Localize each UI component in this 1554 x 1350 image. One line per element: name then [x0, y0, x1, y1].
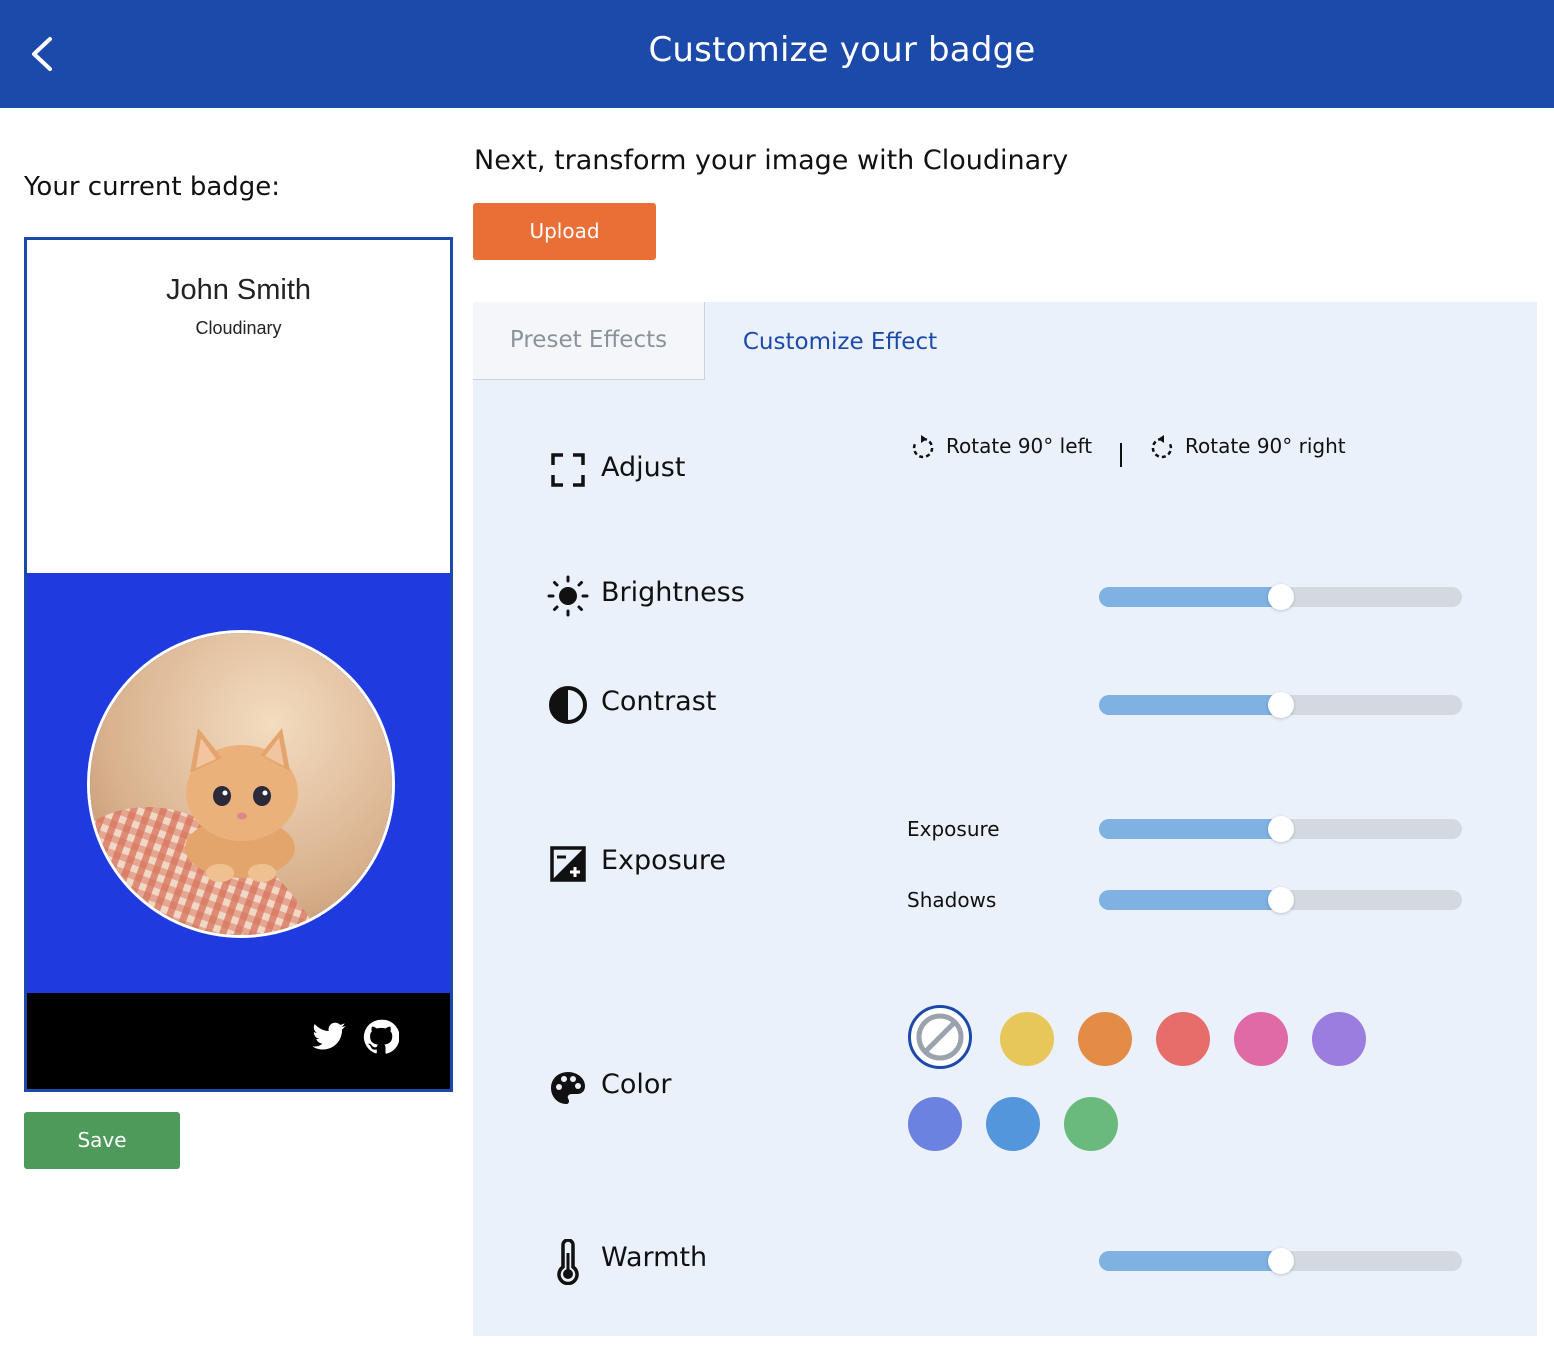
- color-swatch-purple[interactable]: [1312, 1012, 1366, 1066]
- no-color-icon: [916, 1013, 964, 1061]
- tab-preset-effects[interactable]: Preset Effects: [473, 302, 705, 380]
- slider-knob[interactable]: [1267, 887, 1294, 913]
- color-swatch-green[interactable]: [1064, 1097, 1118, 1151]
- slider-knob[interactable]: [1267, 1248, 1294, 1274]
- warmth-slider[interactable]: [1099, 1248, 1462, 1274]
- slider-knob[interactable]: [1267, 692, 1294, 718]
- color-swatch-yellow[interactable]: [1000, 1012, 1054, 1066]
- rotate-right-button[interactable]: Rotate 90° right: [1149, 434, 1346, 461]
- color-swatch-pink[interactable]: [1234, 1012, 1288, 1066]
- slider-knob[interactable]: [1267, 584, 1294, 610]
- badge-name: John Smith: [165, 274, 312, 306]
- save-button[interactable]: Save: [24, 1112, 180, 1169]
- github-icon[interactable]: [363, 1019, 399, 1055]
- sun-icon: [547, 575, 589, 617]
- crop-frame-icon: [551, 453, 585, 487]
- upload-button[interactable]: Upload: [473, 203, 656, 260]
- rotate-left-button[interactable]: Rotate 90° left: [910, 434, 1092, 461]
- effects-panel: Preset Effects Customize Effect Adjust R…: [473, 302, 1537, 1336]
- palette-icon: [551, 1072, 585, 1104]
- tab-customize-effect[interactable]: Customize Effect: [705, 304, 975, 381]
- badge-footer: [27, 993, 450, 1089]
- slider-knob[interactable]: [1267, 816, 1294, 842]
- contrast-icon: [549, 686, 587, 724]
- exposure-sub-label: Exposure: [907, 817, 1000, 841]
- warmth-label: Warmth: [601, 1242, 708, 1273]
- color-swatch-indigo[interactable]: [908, 1097, 962, 1151]
- color-label: Color: [601, 1069, 672, 1100]
- rotate-left-label: Rotate 90° left: [946, 434, 1093, 458]
- slider-fill: [1099, 587, 1281, 607]
- shadows-slider[interactable]: [1099, 887, 1462, 913]
- contrast-label: Contrast: [601, 686, 717, 717]
- slider-fill: [1099, 1251, 1281, 1271]
- kitten-photo: [87, 630, 395, 938]
- contrast-slider[interactable]: [1099, 692, 1462, 718]
- exposure-icon: [550, 846, 586, 882]
- rotate-right-label: Rotate 90° right: [1185, 434, 1346, 458]
- transform-intro: Next, transform your image with Cloudina…: [474, 145, 1069, 176]
- rotate-right-icon: [1151, 434, 1173, 458]
- badge-organization: Cloudinary: [195, 318, 282, 338]
- brightness-label: Brightness: [601, 577, 745, 608]
- rotate-left-icon: [912, 434, 934, 458]
- rotate-divider: [1120, 443, 1122, 467]
- twitter-icon[interactable]: [311, 1019, 347, 1055]
- color-swatch-orange[interactable]: [1078, 1012, 1132, 1066]
- page-title: Customize your badge: [648, 30, 1036, 70]
- app-header: Customize your badge: [0, 0, 1554, 108]
- brightness-slider[interactable]: [1099, 584, 1462, 610]
- exposure-label: Exposure: [601, 845, 726, 876]
- shadows-label: Shadows: [907, 888, 997, 912]
- current-badge-label: Your current badge:: [24, 172, 281, 202]
- slider-fill: [1099, 890, 1281, 910]
- color-swatch-none[interactable]: [908, 1005, 972, 1069]
- color-swatch-red[interactable]: [1156, 1012, 1210, 1066]
- badge-photo-area: [27, 573, 450, 993]
- slider-fill: [1099, 695, 1281, 715]
- thermometer-icon: [557, 1239, 579, 1285]
- badge-preview: John Smith Cloudinary: [24, 237, 453, 1092]
- exposure-slider[interactable]: [1099, 816, 1462, 842]
- adjust-label: Adjust: [601, 452, 686, 483]
- color-swatch-blue[interactable]: [986, 1097, 1040, 1151]
- slider-fill: [1099, 819, 1281, 839]
